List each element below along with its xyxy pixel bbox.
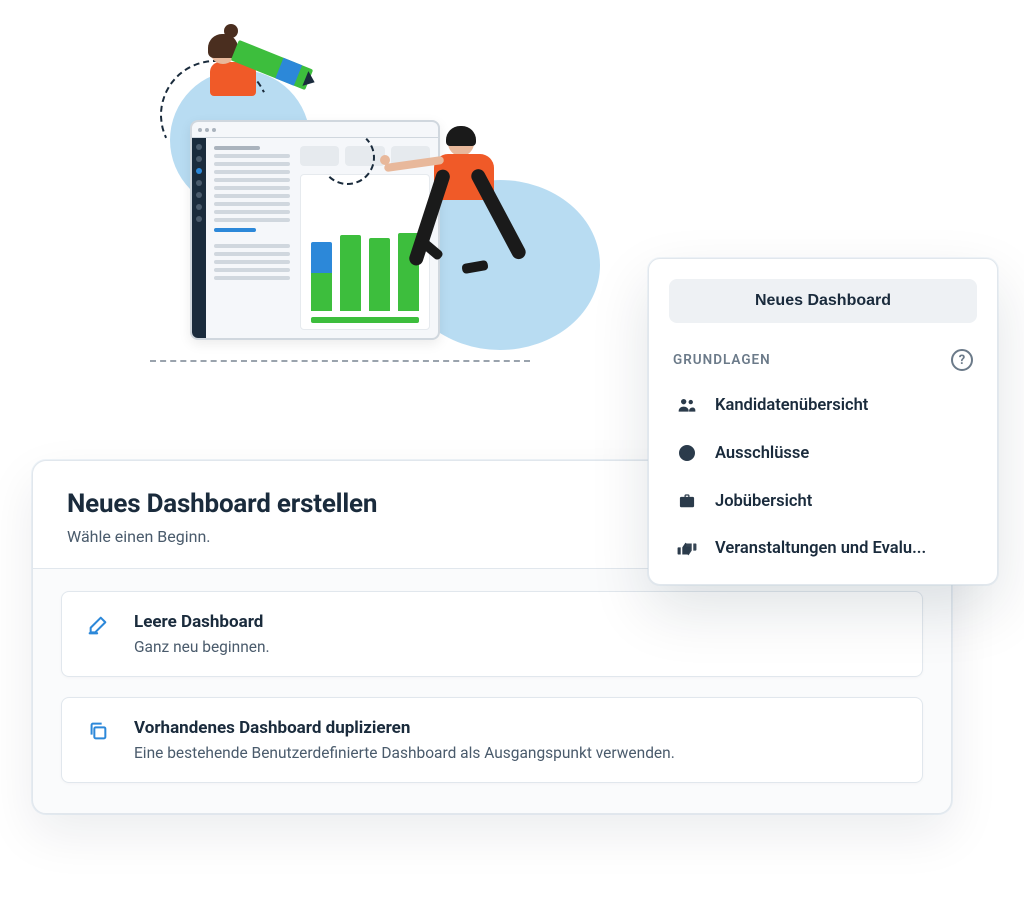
option-duplicate-dashboard[interactable]: Vorhandenes Dashboard duplizieren Eine b… [61, 697, 923, 783]
help-icon[interactable]: ? [951, 349, 973, 371]
option-desc: Ganz neu beginnen. [134, 638, 270, 656]
illustration-dashboard-people [150, 50, 550, 370]
people-icon [675, 395, 699, 415]
create-options-list: Leere Dashboard Ganz neu beginnen. Vorha… [33, 569, 951, 813]
preset-ausschluesse[interactable]: Ausschlüsse [669, 429, 977, 477]
prohibit-icon [675, 443, 699, 463]
dashboard-presets-panel: Neues Dashboard GRUNDLAGEN ? Kandidatenü… [648, 258, 998, 585]
option-desc: Eine bestehende Benutzerdefinierte Dashb… [134, 744, 675, 762]
duplicate-icon [84, 718, 112, 742]
thumbs-icon [675, 540, 699, 558]
briefcase-icon [675, 491, 699, 511]
section-label: GRUNDLAGEN [673, 352, 771, 368]
preset-label: Jobübersicht [715, 492, 812, 511]
preset-veranstaltungen-evaluierung[interactable]: Veranstaltungen und Evalu... [669, 525, 977, 572]
preset-label: Kandidatenübersicht [715, 396, 868, 415]
pencil-icon [84, 612, 112, 636]
option-title: Vorhandenes Dashboard duplizieren [134, 718, 675, 738]
preset-kandidatenuebersicht[interactable]: Kandidatenübersicht [669, 381, 977, 429]
option-title: Leere Dashboard [134, 612, 270, 632]
preset-label: Veranstaltungen und Evalu... [715, 539, 926, 558]
new-dashboard-button[interactable]: Neues Dashboard [669, 279, 977, 323]
section-header-grundlagen: GRUNDLAGEN ? [669, 349, 977, 371]
preset-jobuebersicht[interactable]: Jobübersicht [669, 477, 977, 525]
option-blank-dashboard[interactable]: Leere Dashboard Ganz neu beginnen. [61, 591, 923, 677]
preset-label: Ausschlüsse [715, 444, 809, 463]
